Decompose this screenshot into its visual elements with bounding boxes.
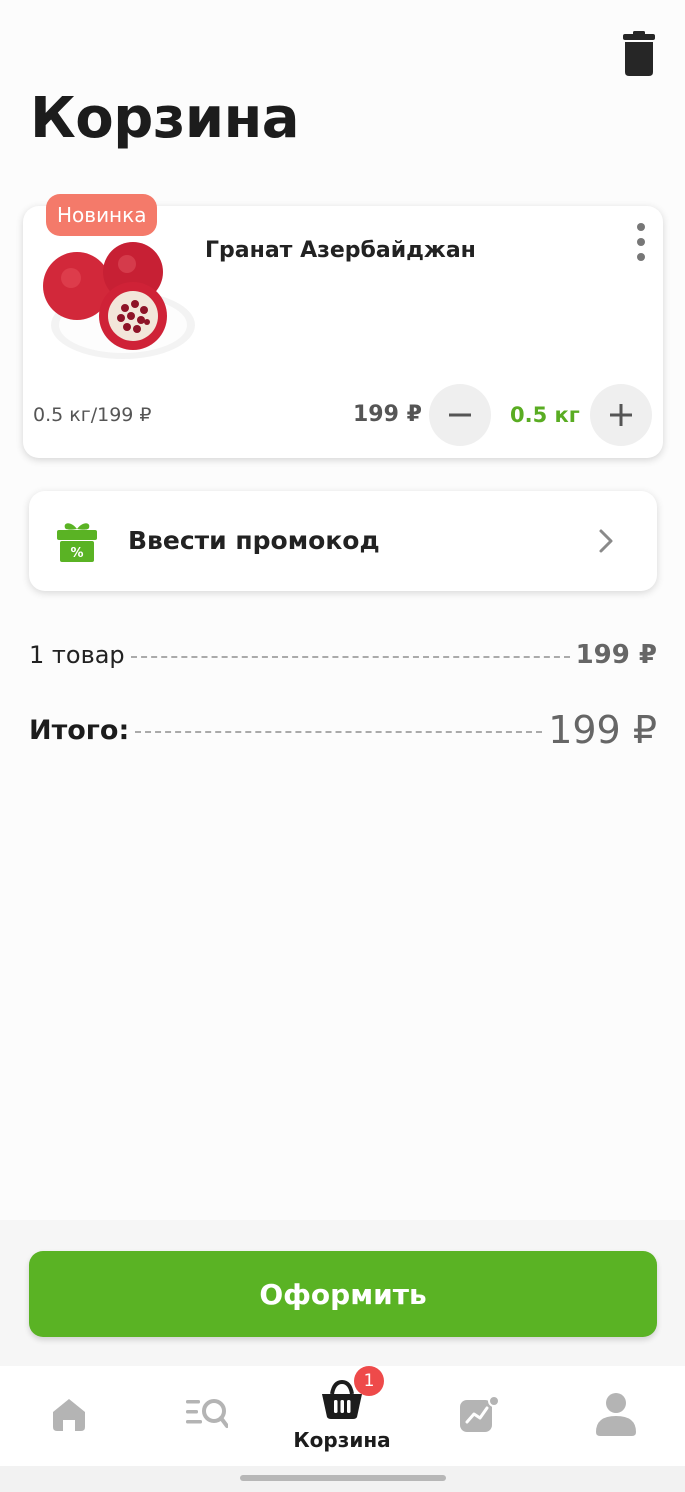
stats-icon: [460, 1396, 500, 1432]
decrease-quantity-button[interactable]: [429, 384, 491, 446]
cart-item-card: Гранат Азербайджан 0.5 кг/199 ₽ 199 ₽ 0.…: [23, 206, 663, 458]
pomegranate-image: [43, 242, 195, 359]
total-value: 199 ₽: [548, 708, 657, 752]
gift-percent-icon: %: [57, 523, 97, 562]
catalog-search-icon: [186, 1399, 228, 1428]
items-count-label: 1 товар: [29, 641, 125, 669]
total-summary-row: Итого: 199 ₽: [29, 708, 657, 752]
chevron-right-icon: [599, 529, 613, 553]
nav-home[interactable]: [9, 1366, 129, 1466]
nav-stats[interactable]: [418, 1366, 538, 1466]
cart-count-badge: 1: [354, 1366, 384, 1396]
quantity-value: 0.5 кг: [510, 403, 580, 427]
bottom-navigation: 1 Корзина: [0, 1366, 685, 1466]
trash-icon: [623, 31, 655, 76]
more-options-button[interactable]: [629, 220, 653, 264]
total-label: Итого:: [29, 714, 130, 746]
product-name[interactable]: Гранат Азербайджан: [205, 238, 476, 263]
nav-cart[interactable]: 1 Корзина: [282, 1366, 402, 1466]
nav-catalog[interactable]: [146, 1366, 266, 1466]
dotted-leader: [135, 731, 543, 733]
svg-text:%: %: [70, 546, 83, 561]
items-summary-row: 1 товар 199 ₽: [29, 640, 657, 670]
dotted-leader: [130, 656, 570, 658]
unit-price: 0.5 кг/199 ₽: [33, 404, 152, 426]
clear-cart-button[interactable]: [616, 28, 662, 80]
promo-label: Ввести промокод: [128, 526, 380, 555]
page-title: Корзина: [30, 86, 300, 151]
checkout-button[interactable]: Оформить: [29, 1251, 657, 1337]
new-badge: Новинка: [46, 194, 158, 236]
increase-quantity-button[interactable]: [590, 384, 652, 446]
plus-icon: [610, 404, 632, 426]
more-vertical-icon: [637, 223, 645, 232]
profile-icon: [596, 1393, 636, 1436]
home-icon: [53, 1399, 85, 1431]
items-subtotal: 199 ₽: [575, 640, 657, 670]
promo-code-button[interactable]: % Ввести промокод: [29, 491, 657, 591]
item-price: 199 ₽: [353, 402, 422, 427]
minus-icon: [449, 413, 471, 417]
nav-profile[interactable]: [556, 1366, 676, 1466]
home-indicator[interactable]: [240, 1475, 446, 1481]
nav-cart-label: Корзина: [293, 1428, 391, 1452]
